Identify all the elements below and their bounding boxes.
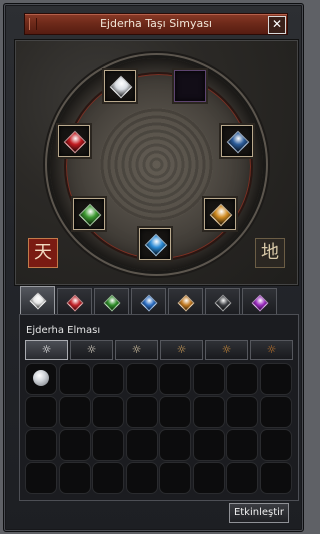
inventory-slot[interactable] (58, 396, 91, 428)
inventory-slot[interactable] (92, 396, 124, 428)
diamond-gem-icon (33, 370, 49, 386)
tab-onyx[interactable] (205, 288, 240, 315)
ruby-gem-icon (63, 130, 87, 154)
inventory-slot[interactable] (159, 462, 191, 494)
inventory-slot[interactable] (259, 462, 292, 494)
gem-type-tabs (20, 286, 288, 315)
socket-empty[interactable] (174, 70, 206, 102)
socket-diamond[interactable] (104, 70, 136, 102)
grade-4-button[interactable]: ☼ (160, 340, 203, 360)
tab-sapphire[interactable] (131, 288, 166, 315)
inventory-slot[interactable] (192, 363, 225, 395)
activate-button[interactable]: Etkinleştir (229, 503, 289, 523)
grade-6-button[interactable]: ☼ (250, 340, 293, 360)
socket-jade[interactable] (73, 198, 105, 230)
tab-jade[interactable] (94, 288, 129, 315)
socket-onyx[interactable] (139, 228, 171, 260)
tab-diamond[interactable] (20, 286, 55, 315)
inventory-slot[interactable] (226, 462, 258, 494)
sapphire-gem-icon (226, 130, 250, 154)
earth-seal-icon: 地 (255, 238, 285, 268)
inventory-slot[interactable] (259, 429, 292, 461)
inventory-slot[interactable] (159, 363, 191, 395)
inventory-slot[interactable] (92, 462, 124, 494)
garnet-tab-icon (177, 294, 195, 312)
tab-ruby[interactable] (57, 288, 92, 315)
window-title: Ejderha Taşı Simyası (99, 17, 212, 30)
section-title: Ejderha Elması (26, 325, 101, 336)
inventory-slot[interactable] (125, 429, 158, 461)
socket-sapphire[interactable] (221, 125, 253, 157)
inventory-slot[interactable] (25, 363, 57, 395)
inventory-panel: Ejderha Elması ☼ ☼ ☼ ☼ ☼ ☼ (19, 314, 299, 501)
grade-3-button[interactable]: ☼ (115, 340, 158, 360)
sapphire-tab-icon (140, 294, 158, 312)
heaven-seal-icon: 天 (28, 238, 58, 268)
inventory-slot[interactable] (25, 396, 57, 428)
inventory-slot[interactable] (125, 396, 158, 428)
socket-ruby[interactable] (58, 125, 90, 157)
inventory-slot[interactable] (58, 363, 91, 395)
onyx-tab-icon (214, 294, 232, 312)
grade-2-button[interactable]: ☼ (70, 340, 113, 360)
onyx-gem-icon (144, 233, 168, 257)
grip-icon (29, 18, 37, 30)
inventory-slot[interactable] (92, 429, 124, 461)
diamond-tab-icon (29, 292, 47, 310)
close-button[interactable]: ✕ (268, 16, 286, 34)
inventory-slot[interactable] (259, 396, 292, 428)
diamond-gem-icon (109, 75, 133, 99)
tab-garnet[interactable] (168, 288, 203, 315)
inventory-slot[interactable] (125, 462, 158, 494)
inventory-slot[interactable] (226, 363, 258, 395)
inventory-slot[interactable] (92, 363, 124, 395)
title-bar[interactable]: Ejderha Taşı Simyası (24, 13, 288, 35)
socket-garnet[interactable] (204, 198, 236, 230)
inventory-slot[interactable] (58, 429, 91, 461)
tab-amethyst[interactable] (242, 288, 277, 315)
grade-filter-row: ☼ ☼ ☼ ☼ ☼ ☼ (25, 340, 293, 360)
inventory-slot[interactable] (125, 363, 158, 395)
inventory-slot[interactable] (58, 462, 91, 494)
inventory-slot[interactable] (192, 396, 225, 428)
jade-tab-icon (103, 294, 121, 312)
grade-5-button[interactable]: ☼ (205, 340, 248, 360)
inventory-slot[interactable] (25, 462, 57, 494)
grade-1-button[interactable]: ☼ (25, 340, 68, 360)
inventory-slot[interactable] (192, 429, 225, 461)
alchemy-wheel-panel: 天 地 (14, 39, 299, 286)
inventory-slot[interactable] (259, 363, 292, 395)
dragon-carving (100, 108, 213, 221)
inventory-slot[interactable] (25, 429, 57, 461)
inventory-slot[interactable] (159, 429, 191, 461)
dragon-stone-alchemy-window: Ejderha Taşı Simyası ✕ 天 地 Ejderha Elmas… (3, 3, 304, 532)
inventory-slot[interactable] (226, 396, 258, 428)
inventory-slot[interactable] (159, 396, 191, 428)
jade-gem-icon (78, 203, 102, 227)
amethyst-tab-icon (251, 294, 269, 312)
inventory-slot[interactable] (226, 429, 258, 461)
ruby-tab-icon (66, 294, 84, 312)
inventory-slot[interactable] (192, 462, 225, 494)
inventory-grid (25, 363, 293, 494)
garnet-gem-icon (209, 203, 233, 227)
